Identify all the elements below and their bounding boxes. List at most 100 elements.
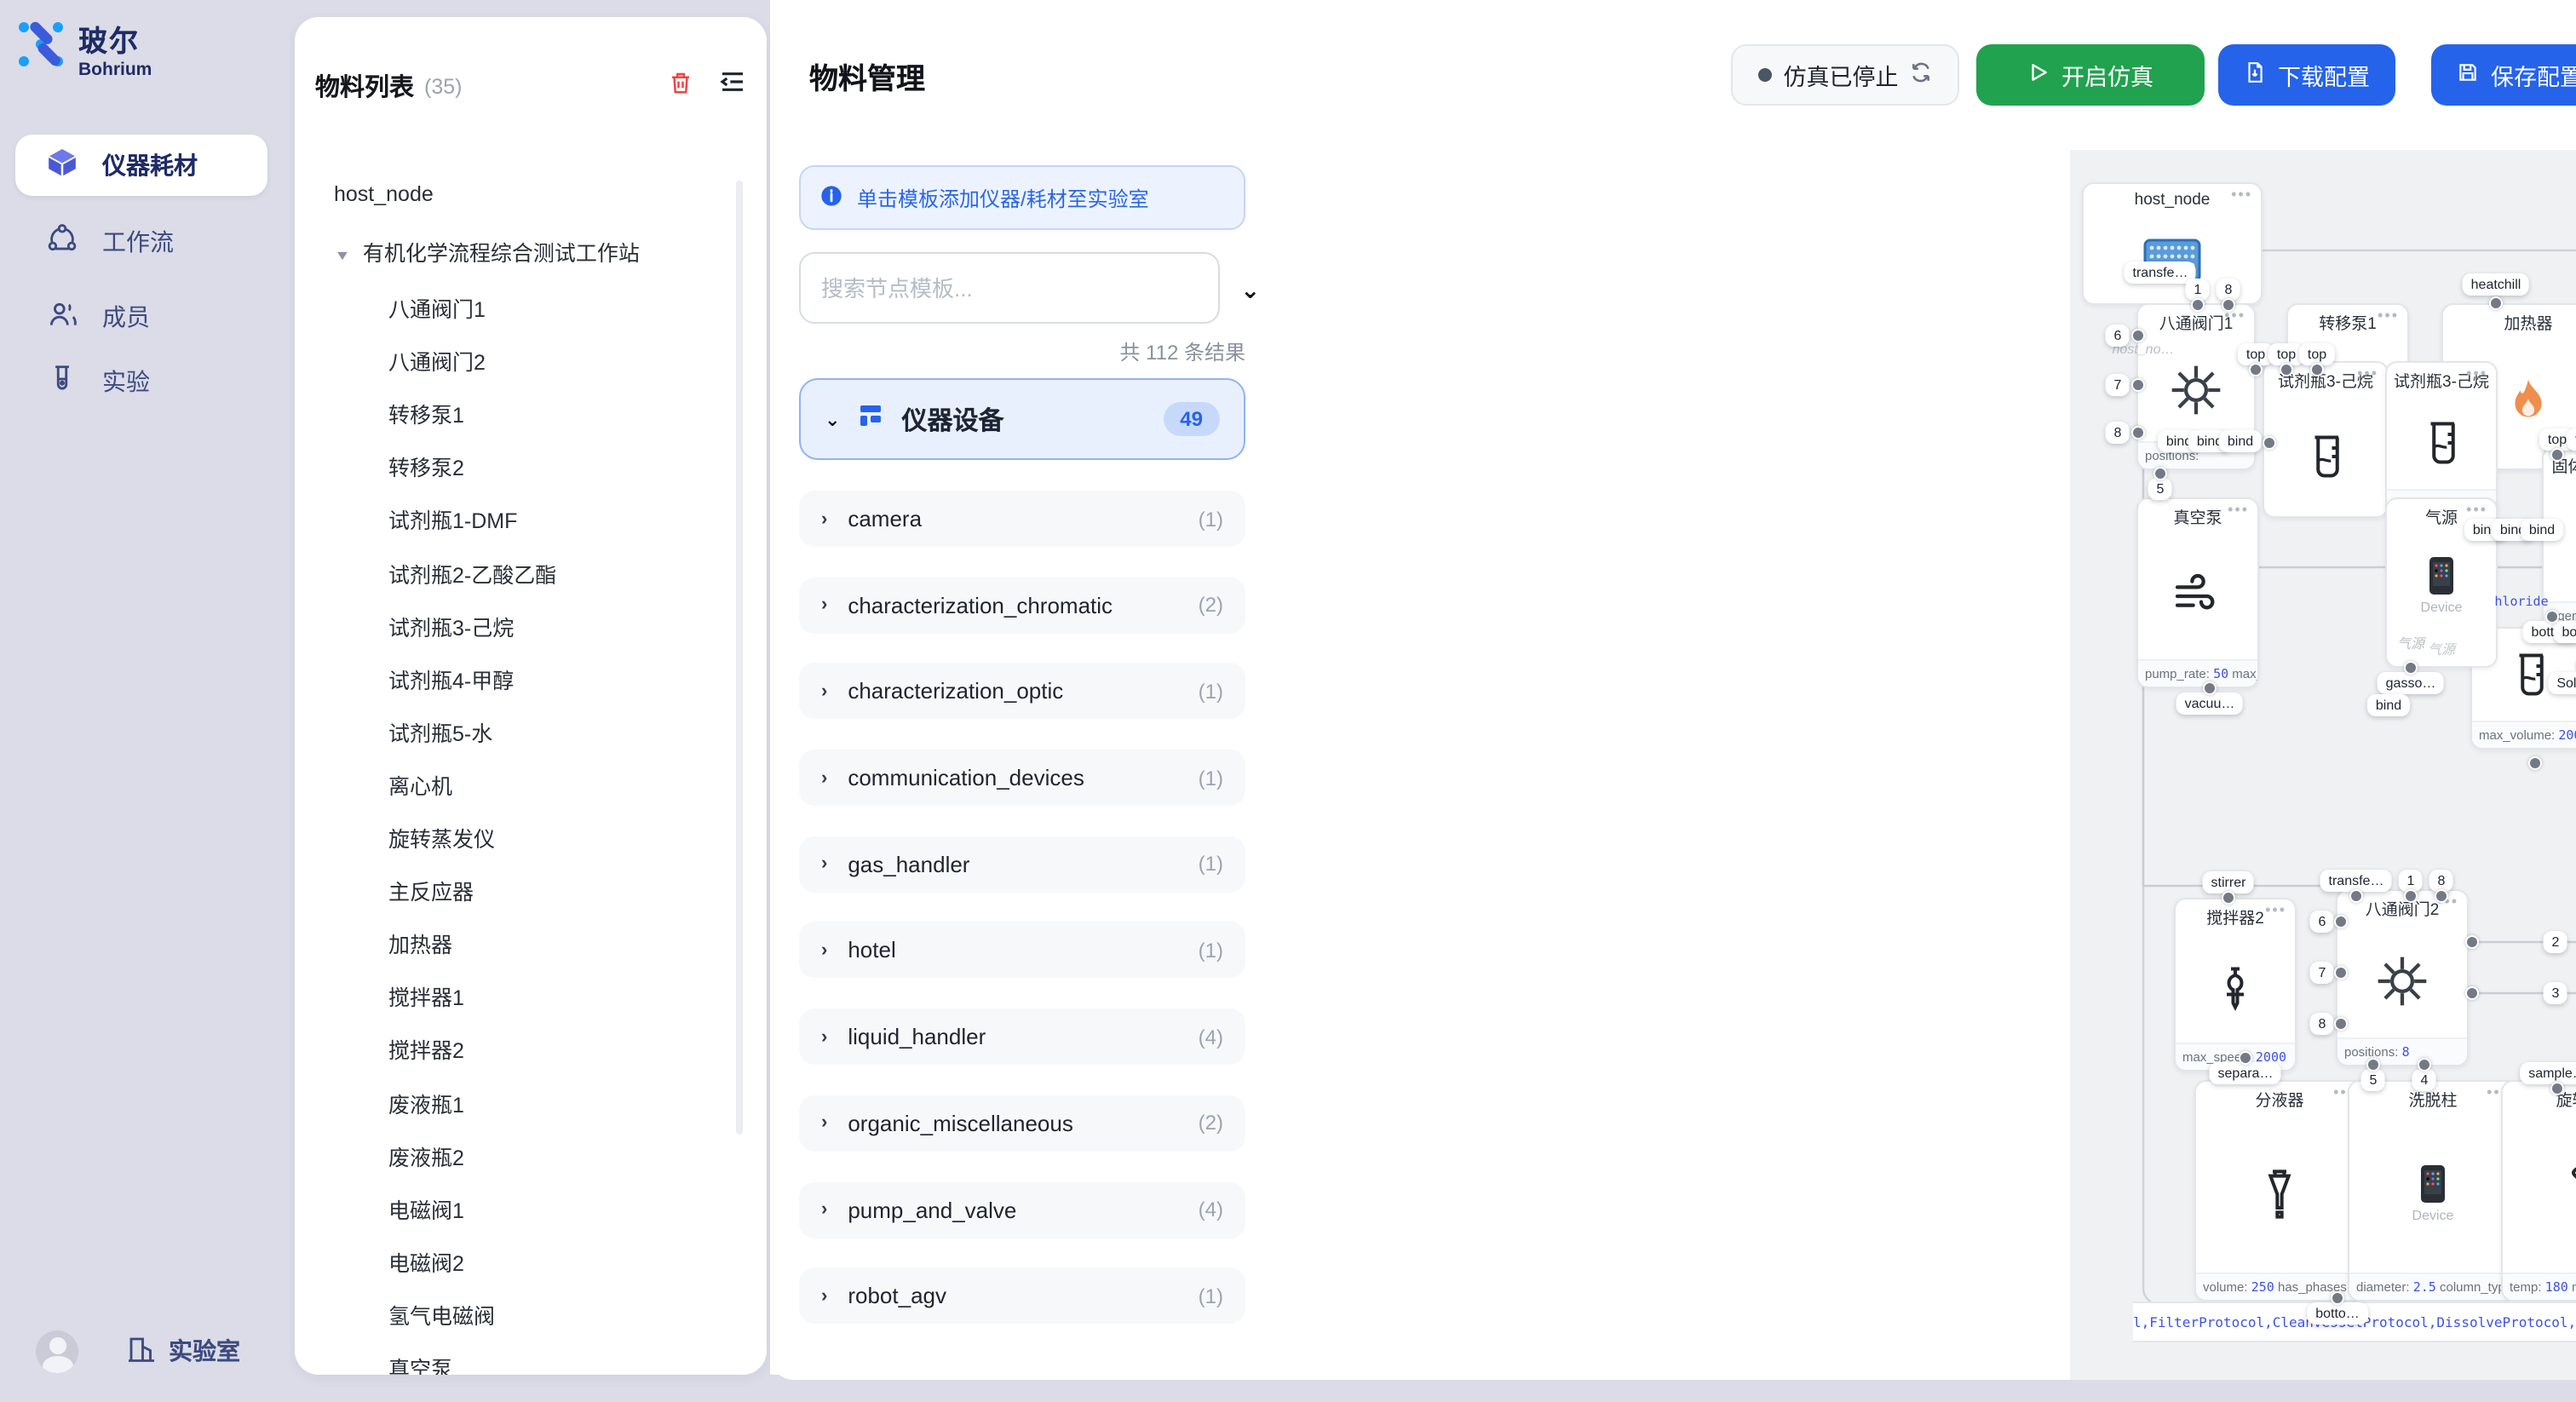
category-row-gas_handler[interactable]: ›gas_handler(1)	[799, 836, 1245, 893]
tree-item[interactable]: 搅拌器1	[388, 980, 464, 1013]
search-input[interactable]	[799, 252, 1220, 324]
port-dot[interactable]	[2191, 298, 2205, 312]
port-dot[interactable]	[2131, 426, 2145, 440]
collapse-list-icon[interactable]	[719, 68, 746, 104]
sidebar-item-experiments[interactable]: 实验	[15, 351, 267, 412]
port-dot[interactable]	[2222, 298, 2235, 312]
node-menu-icon[interactable]: •••	[2265, 901, 2286, 918]
tree-item[interactable]: 旋转蒸发仪	[388, 821, 495, 853]
port-dot[interactable]	[2465, 986, 2479, 1000]
chevron-down-icon[interactable]: ▼	[334, 249, 351, 264]
logo-subtitle: Bohrium	[78, 60, 152, 80]
tree-item[interactable]: 氢气电磁阀	[388, 1298, 495, 1330]
node-eight-way-valve-2[interactable]: 八通阀门2•••positions: 8	[2336, 889, 2469, 1066]
logo[interactable]: 玻尔 Bohrium	[17, 17, 152, 80]
materials-scrollbar[interactable]	[736, 181, 743, 1135]
tree-item[interactable]: 离心机	[388, 768, 452, 801]
category-group-instruments[interactable]: ⌄ 仪器设备 49	[799, 378, 1245, 460]
category-row-pump_and_valve[interactable]: ›pump_and_valve(4)	[799, 1181, 1245, 1238]
port-dot[interactable]	[2349, 889, 2363, 903]
port-dot[interactable]	[2249, 363, 2263, 376]
category-row-hotel[interactable]: ›hotel(1)	[799, 922, 1245, 979]
tree-item[interactable]: 搅拌器2	[388, 1033, 464, 1066]
tree-group-workstation[interactable]: ▼有机化学流程综合测试工作站	[334, 235, 640, 267]
tree-item[interactable]: 真空泵	[388, 1351, 452, 1375]
port-dot[interactable]	[2280, 363, 2293, 376]
tree-item[interactable]: 加热器	[388, 927, 452, 959]
node-menu-icon[interactable]: •••	[2228, 501, 2249, 518]
port-dot[interactable]	[2131, 378, 2145, 392]
tree-item[interactable]: 废液瓶1	[388, 1086, 464, 1118]
node-menu-icon[interactable]: •••	[2357, 365, 2378, 382]
node-elution-column[interactable]: 洗脱柱•••Devicediameter: 2.5 column_type: s…	[2348, 1080, 2518, 1301]
tree-item[interactable]: 电磁阀2	[388, 1245, 464, 1278]
port-dot[interactable]	[2131, 329, 2145, 342]
node-menu-icon[interactable]: •••	[2231, 186, 2252, 203]
port-dot[interactable]	[2545, 610, 2559, 623]
port-dot[interactable]	[2550, 1082, 2564, 1095]
tree-item[interactable]: 转移泵2	[388, 451, 464, 483]
port-dot[interactable]	[2153, 467, 2167, 480]
graph-canvas[interactable]: 有机化学流程综合测试工作站 转移泵1•••试剂瓶3-己烷•••加热器•••搅拌器…	[2070, 150, 2576, 1380]
port-dot[interactable]	[2435, 889, 2448, 903]
node-menu-icon[interactable]: •••	[2378, 307, 2399, 324]
port-dot[interactable]	[2334, 966, 2348, 980]
port-dot[interactable]	[2310, 363, 2324, 376]
tree-item[interactable]: 电磁阀1	[388, 1192, 464, 1224]
node-menu-icon[interactable]: •••	[2466, 365, 2487, 382]
category-row-liquid_handler[interactable]: ›liquid_handler(4)	[799, 1008, 1245, 1065]
port-dot[interactable]	[2418, 1058, 2431, 1072]
port-dot[interactable]	[2404, 661, 2418, 675]
category-row-camera[interactable]: ›camera(1)	[799, 491, 1245, 547]
port-dot[interactable]	[2550, 448, 2564, 462]
sidebar-item-members[interactable]: 成员	[15, 286, 267, 348]
node-rotary-evaporator[interactable]: 旋转蒸发仪•••temp: 180 max_rotation_speed:	[2501, 1080, 2576, 1301]
category-row-communication_devices[interactable]: ›communication_devices(1)	[799, 750, 1245, 806]
avatar[interactable]	[36, 1330, 78, 1372]
tree-item[interactable]: 转移泵1	[388, 397, 464, 429]
node-reagent-bottle-3-back[interactable]: 试剂瓶3-己烷•••	[2263, 361, 2389, 518]
panel-collapse-chevron-icon[interactable]: ⌄	[1240, 276, 1260, 305]
tree-root-host-node[interactable]: host_node	[334, 182, 434, 206]
tree-item[interactable]: 试剂瓶1-DMF	[388, 503, 517, 536]
port-dot[interactable]	[2331, 1291, 2344, 1305]
sidebar-item-workflow[interactable]: 工作流	[15, 211, 267, 273]
category-row-robot_agv[interactable]: ›robot_agv(1)	[799, 1267, 1245, 1324]
trash-icon[interactable]	[668, 69, 693, 103]
tree-item[interactable]: 试剂瓶2-乙酸乙酯	[388, 556, 556, 589]
port-dot[interactable]	[2334, 915, 2348, 928]
node-reagent-bottle-3[interactable]: 试剂瓶3-己烷•••ate: 10	[2385, 361, 2498, 518]
node-stirrer-2[interactable]: 搅拌器2•••max_speed: 2000	[2174, 898, 2297, 1072]
port-dot[interactable]	[2366, 1058, 2380, 1072]
port-dot[interactable]	[2465, 935, 2479, 949]
port-dot[interactable]	[2334, 1017, 2348, 1031]
tree-item[interactable]: 试剂瓶3-己烷	[388, 609, 514, 641]
download-config-button[interactable]: 下载配置	[2218, 44, 2395, 106]
port-dot[interactable]	[2489, 296, 2503, 310]
refresh-icon[interactable]	[1911, 61, 1933, 89]
port-dot[interactable]	[2222, 891, 2235, 905]
tree-item[interactable]: 八通阀门2	[388, 344, 486, 376]
sidebar-item-instruments[interactable]: 仪器耗材	[15, 135, 267, 196]
node-menu-icon[interactable]: •••	[2466, 501, 2487, 518]
node-separator[interactable]: 分液器•••volume: 250 has_phases: true	[2194, 1080, 2365, 1301]
category-row-characterization_optic[interactable]: ›characterization_optic(1)	[799, 664, 1245, 720]
save-config-button[interactable]: 保存配置	[2431, 44, 2576, 106]
node-vacuum-pump[interactable]: 真空泵•••pump_rate: 50 max_vacuum: 0.1	[2136, 497, 2259, 688]
simulation-status-pill[interactable]: 仿真已停止	[1731, 44, 1959, 106]
lab-entry[interactable]: 实验室	[126, 1333, 240, 1369]
port-dot[interactable]	[2528, 756, 2542, 770]
port-dot[interactable]	[2263, 436, 2276, 450]
tree-item[interactable]: 主反应器	[388, 874, 474, 906]
port-dot[interactable]	[2404, 889, 2418, 903]
category-row-characterization_chromatic[interactable]: ›characterization_chromatic(2)	[799, 577, 1245, 633]
port-dot[interactable]	[2203, 681, 2217, 695]
tree-item[interactable]: 试剂瓶5-水	[388, 715, 492, 748]
port-dot[interactable]	[2239, 1051, 2252, 1065]
tree-item[interactable]: 废液瓶2	[388, 1139, 464, 1171]
tree-item[interactable]: 八通阀门1	[388, 291, 486, 324]
tree-item[interactable]: 试剂瓶4-甲醇	[388, 662, 514, 694]
port-label: bind	[2367, 694, 2410, 716]
category-row-organic_miscellaneous[interactable]: ›organic_miscellaneous(2)	[799, 1095, 1245, 1152]
run-simulation-button[interactable]: 开启仿真	[1976, 44, 2205, 106]
